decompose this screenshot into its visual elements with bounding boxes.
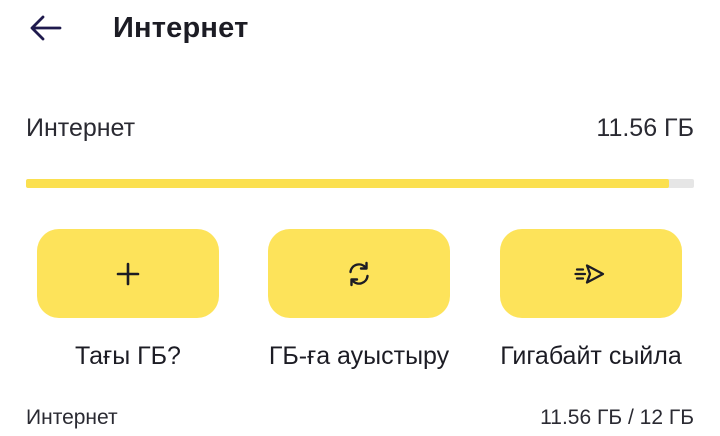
gift-gigabytes-button[interactable] xyxy=(500,229,682,318)
balance-label: Интернет xyxy=(26,114,136,142)
gift-gigabytes-label: Гигабайт сыйла xyxy=(500,342,682,370)
balance-value: 11.56 ГБ xyxy=(596,114,694,142)
buy-more-gb-label: Тағы ГБ? xyxy=(75,342,181,370)
buy-more-gb-button[interactable] xyxy=(37,229,219,318)
summary-value: 11.56 ГБ / 12 ГБ xyxy=(540,406,694,429)
back-button[interactable] xyxy=(24,10,68,50)
arrow-left-icon xyxy=(30,15,62,46)
internet-screen: Интернет Интернет 11.56 ГБ Тағы ГБ? ГБ-ғ… xyxy=(0,0,720,436)
convert-to-gb-button[interactable] xyxy=(268,229,450,318)
data-usage-progress-bar xyxy=(26,179,694,188)
app-header: Интернет xyxy=(0,0,720,60)
send-icon xyxy=(574,260,608,288)
progress-fill xyxy=(26,179,670,188)
refresh-icon xyxy=(344,259,374,289)
convert-to-gb-label: ГБ-ға ауыстыру xyxy=(268,342,450,370)
summary-label: Интернет xyxy=(26,406,118,429)
page-title: Интернет xyxy=(113,12,249,44)
plus-icon xyxy=(115,261,141,287)
